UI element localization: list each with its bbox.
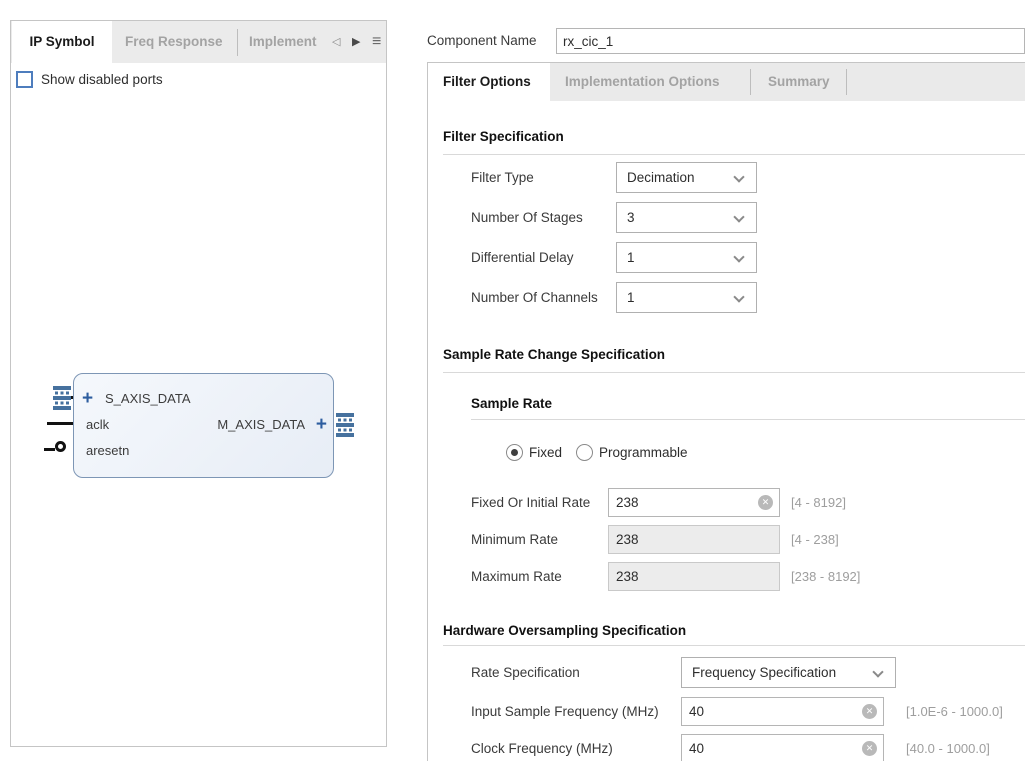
tab-freq-response[interactable]: Freq Response	[115, 21, 237, 63]
port-m-axis-data: M_AXIS_DATA	[217, 417, 305, 432]
sample-rate-programmable-label: Programmable	[599, 445, 688, 460]
tab-filter-options[interactable]: Filter Options	[428, 63, 550, 101]
filter-type-value: Decimation	[627, 170, 695, 185]
range-hint: [238 - 8192]	[791, 569, 860, 584]
section-sample-rate-change: Sample Rate Change Specification	[443, 347, 665, 362]
section-rule	[443, 372, 1025, 373]
chevron-down-icon	[733, 291, 744, 302]
filter-type-select[interactable]: Decimation	[616, 162, 757, 193]
component-name-input[interactable]	[556, 28, 1025, 54]
minimum-rate-input	[608, 525, 780, 554]
sample-rate-fixed-radio[interactable]	[506, 444, 523, 461]
range-hint: [4 - 238]	[791, 532, 839, 547]
subsection-rule	[471, 419, 1025, 420]
differential-delay-select[interactable]: 1	[616, 242, 757, 273]
rate-specification-label: Rate Specification	[471, 665, 580, 680]
fixed-or-initial-rate-input[interactable]	[608, 488, 780, 517]
port-s-axis-data: S_AXIS_DATA	[105, 391, 191, 406]
aresetn-pin-stub[interactable]	[44, 448, 55, 451]
subsection-sample-rate: Sample Rate	[471, 396, 552, 411]
right-tab-strip: Filter Options Implementation Options Su…	[428, 63, 1025, 101]
tab-implementation-details[interactable]: Implement	[239, 21, 327, 63]
tab-implementation-options[interactable]: Implementation Options	[550, 63, 735, 101]
port-aresetn: aresetn	[86, 443, 129, 458]
number-of-channels-value: 1	[627, 290, 635, 305]
chevron-down-icon	[733, 251, 744, 262]
clear-input-icon[interactable]: ✕	[758, 495, 773, 510]
section-hardware-oversampling: Hardware Oversampling Specification	[443, 623, 686, 638]
chevron-down-icon	[872, 666, 883, 677]
show-disabled-ports-label: Show disabled ports	[41, 72, 163, 87]
aclk-pin-stub[interactable]	[47, 422, 73, 425]
left-tab-strip: IP Symbol Freq Response Implement ◁ ▶ ≡	[11, 21, 386, 63]
tab-scroll-right-icon[interactable]: ▶	[352, 21, 360, 63]
ip-symbol-block: + S_AXIS_DATA aclk aresetn M_AXIS_DATA +	[73, 373, 334, 478]
section-filter-specification: Filter Specification	[443, 129, 564, 144]
differential-delay-value: 1	[627, 250, 635, 265]
tab-separator	[237, 29, 238, 56]
clock-frequency-input[interactable]	[681, 734, 884, 761]
maximum-rate-input	[608, 562, 780, 591]
rate-specification-value: Frequency Specification	[692, 665, 836, 680]
number-of-stages-select[interactable]: 3	[616, 202, 757, 233]
show-disabled-ports-checkbox[interactable]	[16, 71, 33, 88]
number-of-stages-value: 3	[627, 210, 635, 225]
number-of-channels-select[interactable]: 1	[616, 282, 757, 313]
input-sample-frequency-label: Input Sample Frequency (MHz)	[471, 704, 659, 719]
tab-scroll-left-icon[interactable]: ◁	[332, 21, 340, 63]
range-hint: [1.0E-6 - 1000.0]	[906, 704, 1003, 719]
maximum-rate-label: Maximum Rate	[471, 569, 562, 584]
configuration-panel: Filter Options Implementation Options Su…	[427, 62, 1025, 761]
sample-rate-fixed-label: Fixed	[529, 445, 562, 460]
tab-ip-symbol[interactable]: IP Symbol	[12, 21, 112, 63]
range-hint: [40.0 - 1000.0]	[906, 741, 990, 756]
number-of-stages-label: Number Of Stages	[471, 210, 583, 225]
axi-bus-interface-icon[interactable]	[336, 413, 354, 437]
clear-input-icon[interactable]: ✕	[862, 741, 877, 756]
range-hint: [4 - 8192]	[791, 495, 846, 510]
chevron-down-icon	[733, 171, 744, 182]
minimum-rate-label: Minimum Rate	[471, 532, 558, 547]
s-axis-expand-plus-icon[interactable]: +	[82, 389, 93, 408]
clear-input-icon[interactable]: ✕	[862, 704, 877, 719]
tab-list-menu-icon[interactable]: ≡	[372, 21, 381, 63]
filter-type-label: Filter Type	[471, 170, 534, 185]
differential-delay-label: Differential Delay	[471, 250, 574, 265]
section-rule	[443, 154, 1025, 155]
port-aclk: aclk	[86, 417, 109, 432]
tab-separator	[750, 69, 751, 95]
sample-rate-programmable-radio[interactable]	[576, 444, 593, 461]
aresetn-invert-bubble-icon	[55, 441, 66, 452]
tab-separator	[846, 69, 847, 95]
component-name-label: Component Name	[427, 33, 537, 48]
axi-bus-interface-icon[interactable]	[53, 386, 71, 410]
ip-symbol-panel: IP Symbol Freq Response Implement ◁ ▶ ≡ …	[10, 20, 387, 747]
rate-specification-select[interactable]: Frequency Specification	[681, 657, 896, 688]
number-of-channels-label: Number Of Channels	[471, 290, 598, 305]
tab-summary[interactable]: Summary	[753, 63, 845, 101]
fixed-or-initial-rate-label: Fixed Or Initial Rate	[471, 495, 590, 510]
chevron-down-icon	[733, 211, 744, 222]
section-rule	[443, 645, 1025, 646]
input-sample-frequency-input[interactable]	[681, 697, 884, 726]
clock-frequency-label: Clock Frequency (MHz)	[471, 741, 613, 756]
m-axis-expand-plus-icon[interactable]: +	[316, 415, 327, 434]
